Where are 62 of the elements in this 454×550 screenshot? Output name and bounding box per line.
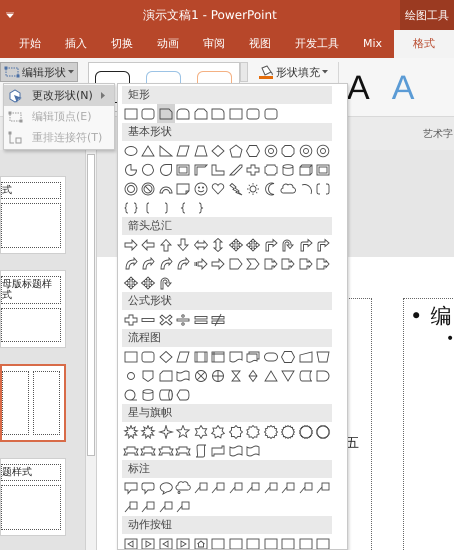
ribbon-tab[interactable]: 切换 xyxy=(99,30,145,58)
edit-shape-button[interactable]: 编辑形状 xyxy=(0,62,78,82)
bullet-mark: • xyxy=(446,330,454,349)
section-header: 基本形状 xyxy=(122,123,332,141)
wordart-style-option[interactable]: A xyxy=(392,68,414,116)
ribbon-tab[interactable]: Mix xyxy=(351,30,394,58)
seven-point-star-icon[interactable] xyxy=(210,422,227,441)
group-label: 艺术字 xyxy=(423,128,453,140)
section-header: 标注 xyxy=(122,460,332,478)
section-header: 星与旗帜 xyxy=(122,404,332,422)
thumbnail-title: 式 xyxy=(1,182,61,199)
section-header: 动作按钮 xyxy=(122,516,332,534)
section-header: 矩形 xyxy=(122,86,332,104)
explosion-icon[interactable] xyxy=(140,422,157,441)
window-title: 演示文稿1 - PowerPoint xyxy=(142,6,278,24)
ribbon-tab[interactable]: 插入 xyxy=(53,30,99,58)
ten-point-star-icon[interactable] xyxy=(244,422,262,441)
bullet-text: 编 xyxy=(430,303,452,329)
connector-icon xyxy=(8,130,24,144)
bullet-mark: • xyxy=(410,303,422,329)
slide-thumbnail[interactable]: 式 xyxy=(0,176,66,254)
star-seal-icon[interactable] xyxy=(314,422,332,441)
ribbon-tab[interactable]: 视图 xyxy=(237,30,283,58)
section-header: 箭头总汇 xyxy=(122,217,332,235)
wordart-style-option[interactable]: A xyxy=(347,68,370,116)
caret-icon xyxy=(322,70,328,74)
section-header: 公式形状 xyxy=(122,292,332,310)
slide-thumbnail[interactable]: 题样式 xyxy=(0,458,66,536)
ribbon-tab[interactable]: 审阅 xyxy=(191,30,237,58)
snipped-rectangle-icon[interactable] xyxy=(157,104,174,123)
menu-item-label: 重排连接符(T) xyxy=(32,130,102,145)
context-tab-label: 绘图工具 xyxy=(400,0,454,30)
menu-item-label: 更改形状(N) xyxy=(32,88,93,103)
paint-bucket-icon xyxy=(258,65,274,79)
thumbnail-title: 题样式 xyxy=(1,464,61,481)
change-shape-icon xyxy=(8,88,24,102)
ribbon-tab[interactable]: 格式 xyxy=(394,30,454,58)
four-point-star-icon[interactable] xyxy=(157,422,174,441)
five-point-star-icon[interactable] xyxy=(174,422,192,441)
explosion-icon[interactable] xyxy=(122,422,140,441)
star-seal-icon[interactable] xyxy=(297,422,314,441)
ribbon-tab[interactable]: 动画 xyxy=(145,30,191,58)
eight-point-star-icon[interactable] xyxy=(227,422,244,441)
six-point-star-icon[interactable] xyxy=(192,422,210,441)
ribbon-tab[interactable]: 开发工具 xyxy=(283,30,351,58)
twelve-point-star-icon[interactable] xyxy=(262,422,280,441)
shape-fill-button[interactable]: 形状填充 xyxy=(255,62,331,82)
slide-thumbnail[interactable]: 母版标题样 式 xyxy=(0,270,66,348)
scrollbar[interactable] xyxy=(85,150,97,550)
slide-thumbnail[interactable] xyxy=(0,364,66,442)
dropdown-icon[interactable] xyxy=(6,12,14,18)
section-header: 流程图 xyxy=(122,329,332,347)
sixteen-point-star-icon[interactable] xyxy=(280,422,297,441)
body-text: 五 xyxy=(346,436,359,451)
thumbnail-title: 母版标题样 式 xyxy=(1,276,61,304)
edit-points-icon xyxy=(4,66,20,78)
ribbon-tab[interactable]: 开始 xyxy=(7,30,53,58)
caret-icon xyxy=(68,70,74,74)
edit-points-icon xyxy=(8,110,24,124)
cloud-callout-icon[interactable] xyxy=(174,478,192,497)
menu-item-label: 编辑顶点(E) xyxy=(32,109,92,124)
menu-item[interactable]: 更改形状(N) xyxy=(4,85,114,106)
